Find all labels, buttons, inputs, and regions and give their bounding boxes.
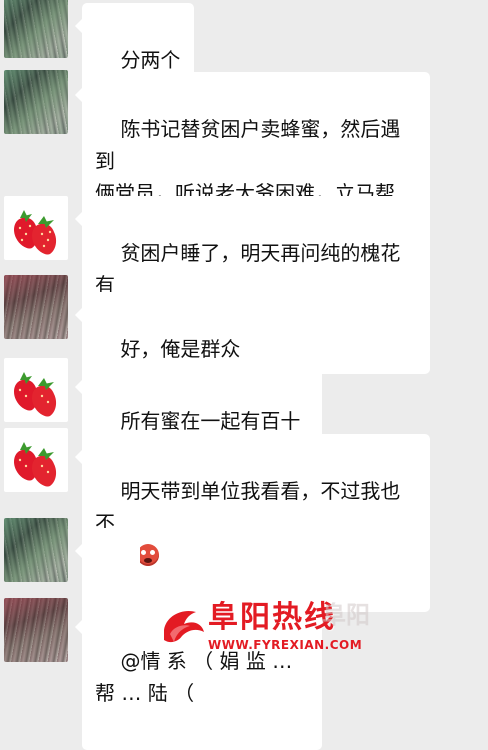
avatar[interactable] [4,275,68,339]
strawberry-icon [14,210,57,255]
avatar[interactable] [4,518,68,582]
avatar[interactable] [4,598,68,662]
message-text: 好，俺是群众 [120,337,241,361]
avatar[interactable] [4,70,68,134]
avatar[interactable] [4,196,68,260]
fyrexian-logo-icon [164,610,204,643]
avatar[interactable] [4,358,68,422]
message-bubble[interactable] [75,528,140,628]
avatar[interactable] [4,428,68,492]
strawberry-icon [14,442,57,487]
watermark-title: 阜阳热线 [208,600,336,635]
chat-window: 分两个桶 陈书记替贫困户卖蜂蜜，然后遇到 俩党员，听说老大爷困难，立马帮 书记解… [0,0,488,750]
strawberry-icon [14,372,57,417]
avatar[interactable] [4,0,68,58]
angry-face-emoji [137,544,159,566]
message-bubble[interactable]: 明天带到单位我看看，不过我也不 懂蜜 [75,434,430,612]
watermark-ghost-text: 阜阳 [322,601,370,629]
